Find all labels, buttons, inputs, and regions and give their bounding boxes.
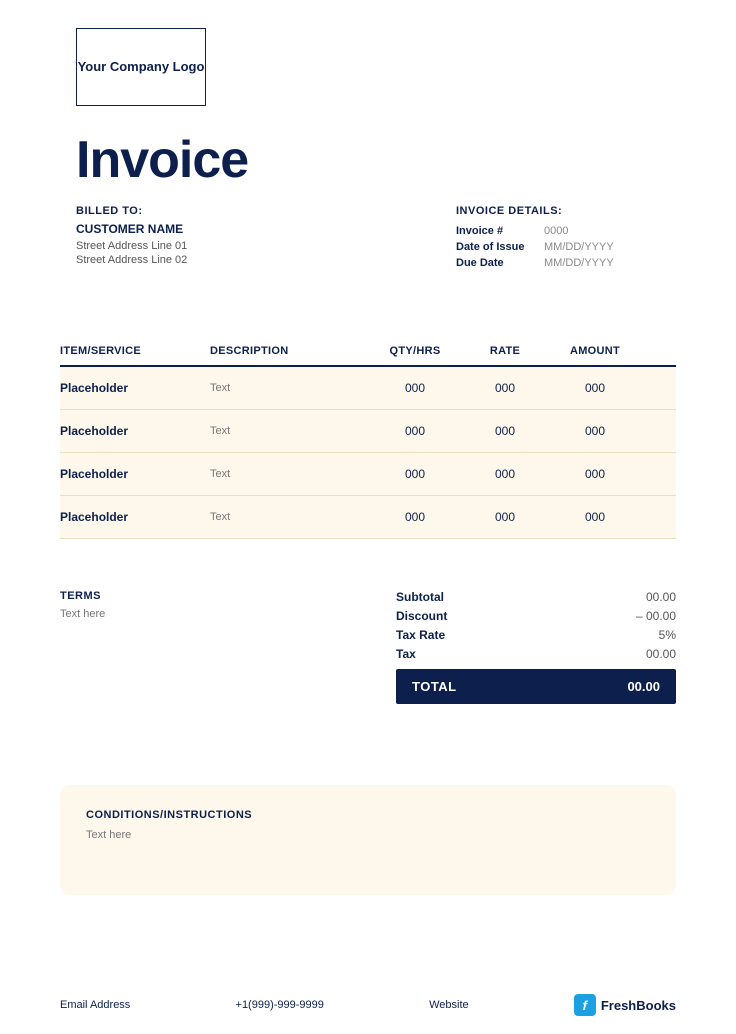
footer-phone: +1(999)-999-9999	[236, 999, 324, 1011]
subtotal-row: Subtotal 00.00	[396, 590, 676, 604]
row-desc: Text	[210, 425, 370, 437]
row-item: Placeholder	[60, 510, 210, 524]
page-footer: Email Address +1(999)-999-9999 Website f…	[60, 994, 676, 1016]
freshbooks-name: FreshBooks	[601, 998, 676, 1013]
invoice-details: INVOICE DETAILS: Invoice # 0000 Date of …	[456, 205, 614, 273]
address-line-1: Street Address Line 01	[76, 240, 187, 252]
discount-label: Discount	[396, 609, 447, 623]
terms-title: TERMS	[60, 590, 260, 602]
header-amount: AMOUNT	[550, 345, 640, 357]
due-date-row: Due Date MM/DD/YYYY	[456, 257, 614, 269]
invoice-page: Your Company Logo Invoice BILLED TO: CUS…	[0, 0, 736, 1034]
invoice-title: Invoice	[76, 130, 248, 190]
invoice-number-value: 0000	[544, 225, 568, 237]
date-of-issue-label: Date of Issue	[456, 241, 536, 253]
table-header: ITEM/SERVICE DESCRIPTION QTY/HRS RATE AM…	[60, 345, 676, 367]
table-row: Placeholder Text 000 000 000	[60, 410, 676, 453]
totals-block: Subtotal 00.00 Discount – 00.00 Tax Rate…	[396, 590, 676, 704]
table-body: Placeholder Text 000 000 000 Placeholder…	[60, 367, 676, 539]
row-rate: 000	[460, 424, 550, 438]
header-desc: DESCRIPTION	[210, 345, 370, 357]
row-qty: 000	[370, 381, 460, 395]
logo-text: Your Company Logo	[78, 59, 205, 76]
header-rate: RATE	[460, 345, 550, 357]
table-row: Placeholder Text 000 000 000	[60, 367, 676, 410]
row-desc: Text	[210, 382, 370, 394]
tax-value: 00.00	[646, 647, 676, 661]
billed-label: BILLED TO:	[76, 205, 187, 217]
due-date-value: MM/DD/YYYY	[544, 257, 614, 269]
row-qty: 000	[370, 424, 460, 438]
conditions-text: Text here	[86, 829, 650, 841]
total-value: 00.00	[627, 679, 660, 694]
subtotal-value: 00.00	[646, 590, 676, 604]
tax-rate-value: 5%	[659, 628, 676, 642]
billed-section: BILLED TO: CUSTOMER NAME Street Address …	[76, 205, 187, 268]
discount-value: – 00.00	[636, 609, 676, 623]
row-qty: 000	[370, 467, 460, 481]
header-qty: QTY/HRS	[370, 345, 460, 357]
total-final-row: TOTAL 00.00	[396, 669, 676, 704]
conditions-title: CONDITIONS/INSTRUCTIONS	[86, 809, 650, 821]
table-row: Placeholder Text 000 000 000	[60, 453, 676, 496]
freshbooks-brand: f FreshBooks	[574, 994, 676, 1016]
row-amount: 000	[550, 424, 640, 438]
terms-block: TERMS Text here	[60, 590, 260, 620]
logo-box: Your Company Logo	[76, 28, 206, 106]
footer-email: Email Address	[60, 999, 130, 1011]
row-rate: 000	[460, 381, 550, 395]
invoice-number-label: Invoice #	[456, 225, 536, 237]
row-item: Placeholder	[60, 381, 210, 395]
customer-name: CUSTOMER NAME	[76, 222, 187, 236]
row-amount: 000	[550, 467, 640, 481]
row-rate: 000	[460, 467, 550, 481]
tax-rate-row: Tax Rate 5%	[396, 628, 676, 642]
total-label: TOTAL	[412, 679, 457, 694]
tax-row: Tax 00.00	[396, 647, 676, 661]
row-item: Placeholder	[60, 467, 210, 481]
terms-text: Text here	[60, 608, 260, 620]
bottom-section: TERMS Text here Subtotal 00.00 Discount …	[60, 590, 676, 704]
invoice-table: ITEM/SERVICE DESCRIPTION QTY/HRS RATE AM…	[60, 345, 676, 539]
row-amount: 000	[550, 381, 640, 395]
row-amount: 000	[550, 510, 640, 524]
row-item: Placeholder	[60, 424, 210, 438]
address-line-2: Street Address Line 02	[76, 254, 187, 266]
details-label: INVOICE DETAILS:	[456, 205, 614, 217]
tax-rate-label: Tax Rate	[396, 628, 445, 642]
conditions-box: CONDITIONS/INSTRUCTIONS Text here	[60, 785, 676, 895]
invoice-number-row: Invoice # 0000	[456, 225, 614, 237]
header-item: ITEM/SERVICE	[60, 345, 210, 357]
freshbooks-icon: f	[574, 994, 596, 1016]
tax-label: Tax	[396, 647, 416, 661]
row-desc: Text	[210, 468, 370, 480]
due-date-label: Due Date	[456, 257, 536, 269]
row-desc: Text	[210, 511, 370, 523]
date-of-issue-value: MM/DD/YYYY	[544, 241, 614, 253]
subtotal-label: Subtotal	[396, 590, 444, 604]
table-row: Placeholder Text 000 000 000	[60, 496, 676, 539]
footer-website: Website	[429, 999, 469, 1011]
row-qty: 000	[370, 510, 460, 524]
date-of-issue-row: Date of Issue MM/DD/YYYY	[456, 241, 614, 253]
discount-row: Discount – 00.00	[396, 609, 676, 623]
row-rate: 000	[460, 510, 550, 524]
